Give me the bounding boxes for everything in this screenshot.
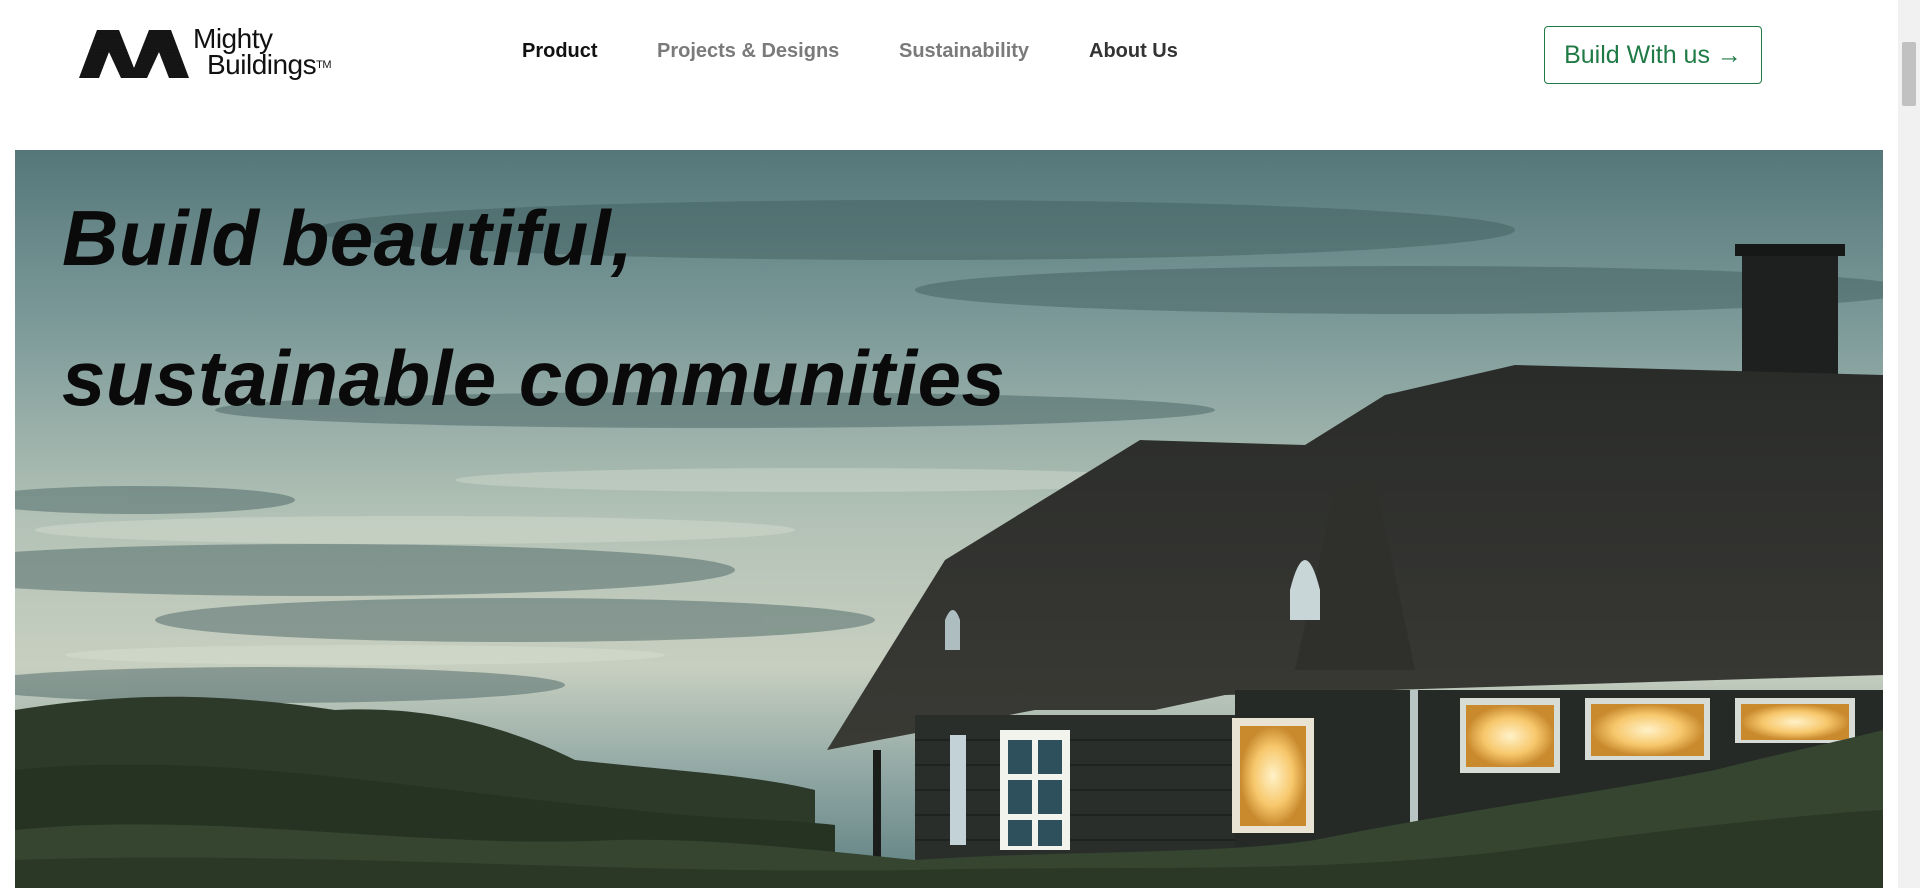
- brand-wordmark: Mighty BuildingsTM: [193, 25, 332, 80]
- nav-item-projects-designs[interactable]: Projects & Designs: [657, 40, 839, 63]
- hero-headline-line2: sustainable communities: [62, 334, 1006, 422]
- build-with-us-button[interactable]: Build With us →: [1544, 26, 1762, 84]
- nav-item-product[interactable]: Product: [522, 40, 598, 63]
- scrollbar-thumb[interactable]: [1902, 42, 1916, 106]
- nav-item-sustainability[interactable]: Sustainability: [899, 40, 1029, 63]
- trademark: TM: [316, 59, 332, 71]
- brand-logo[interactable]: Mighty BuildingsTM: [79, 25, 332, 84]
- brand-name-line2: Buildings: [207, 49, 317, 80]
- nav-item-about-us[interactable]: About Us: [1089, 40, 1178, 63]
- hero-headline-line1: Build beautiful,: [62, 194, 634, 282]
- mighty-buildings-logo-icon: [79, 30, 189, 78]
- hero-headline: Build beautiful, sustainable communities: [62, 168, 1005, 448]
- hero-section: Build beautiful, sustainable communities: [15, 150, 1883, 888]
- page-scrollbar[interactable]: [1898, 0, 1920, 888]
- site-header: Mighty BuildingsTM Product Projects & De…: [0, 0, 1898, 150]
